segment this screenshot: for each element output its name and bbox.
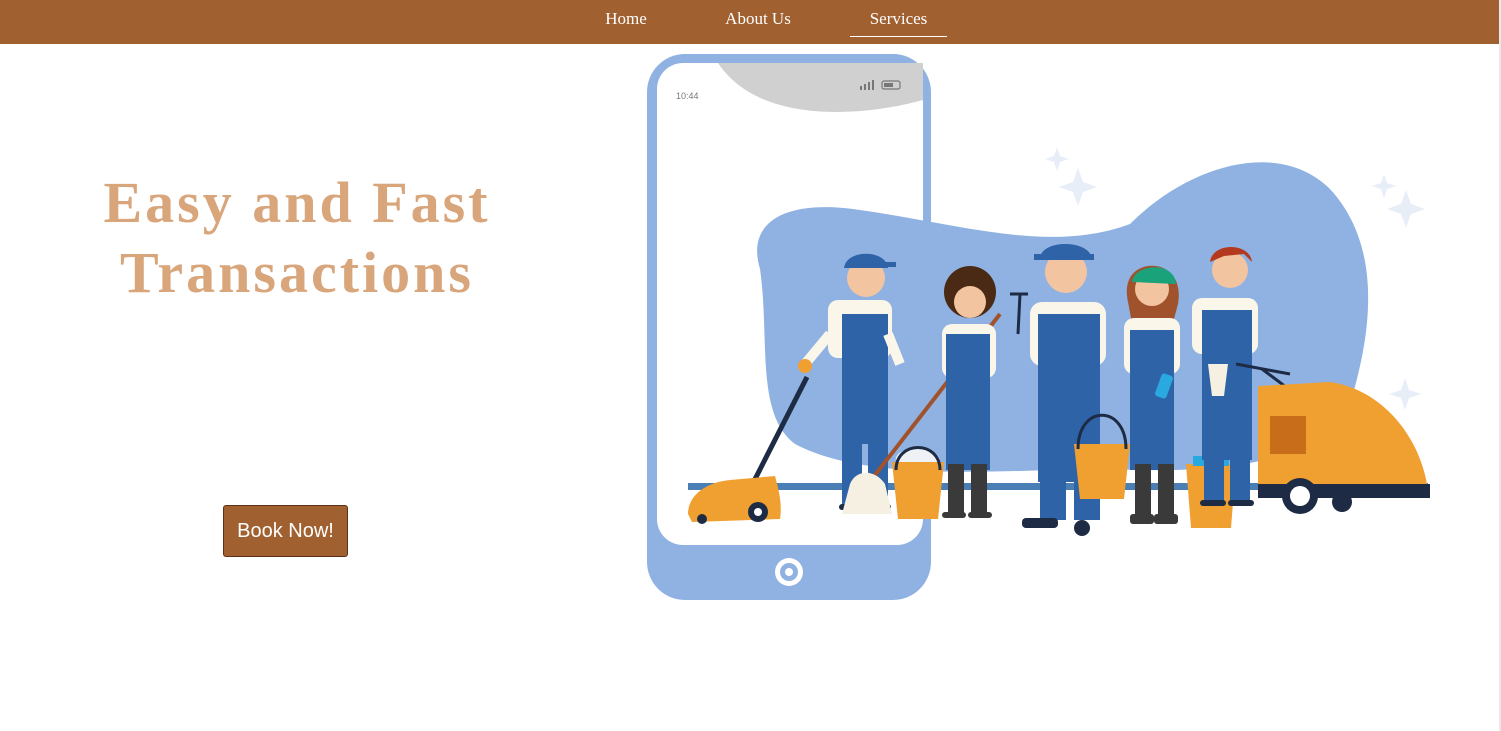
top-navbar: Home About Us Services	[0, 0, 1499, 44]
phone-time-label: 10:44	[676, 91, 699, 101]
book-now-button[interactable]: Book Now!	[223, 505, 348, 557]
home-button-icon	[775, 558, 803, 586]
worker-2	[942, 266, 996, 518]
nav-about-us-link[interactable]: About Us	[708, 0, 808, 36]
nav-services-link[interactable]: Services	[850, 0, 947, 37]
nav-home-link[interactable]: Home	[585, 0, 667, 36]
hero-title: Easy and Fast Transactions	[40, 168, 554, 308]
cleaning-crew-illustration: 10:44	[647, 54, 1430, 600]
hero-title-line-2: Transactions	[120, 240, 474, 305]
bucket	[892, 446, 944, 519]
hero-title-line-1: Easy and Fast	[103, 170, 491, 235]
